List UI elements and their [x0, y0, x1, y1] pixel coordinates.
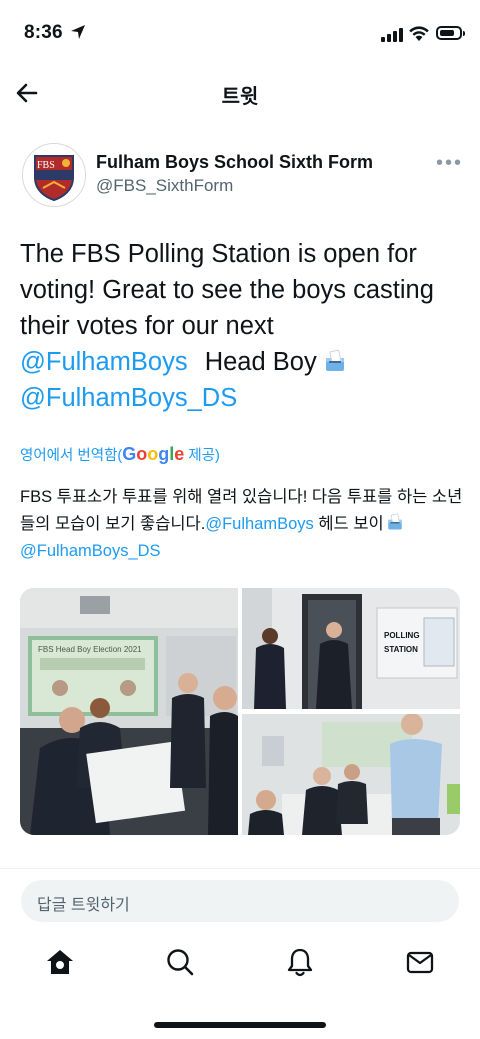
messages-icon[interactable] — [404, 946, 436, 978]
tweet-text-main: The FBS Polling Station is open for voti… — [20, 240, 434, 340]
google-logo: Google — [122, 444, 185, 464]
crest-logo-text: FBS — [37, 160, 55, 171]
photo-election-classroom[interactable]: FBS Head Boy Election 2021 — [20, 588, 238, 835]
status-time: 8:36 — [24, 22, 63, 43]
home-indicator — [154, 1022, 326, 1028]
photo-voting-tables[interactable] — [242, 714, 460, 835]
location-arrow-icon — [71, 25, 85, 39]
translated-text: FBS 투표소가 투표를 위해 열려 있습니다! 다음 투표를 하는 소년들의 … — [20, 484, 464, 565]
mention-link[interactable]: @FulhamBoys — [20, 348, 188, 376]
photo-polling-station-door[interactable]: POLLING STATION — [242, 588, 460, 709]
tweet-text: The FBS Polling Station is open for voti… — [20, 236, 468, 416]
ballot-box-icon — [323, 347, 347, 371]
school-crest-icon: FBS — [23, 144, 85, 206]
mention-link[interactable]: @FulhamBoys_DS — [20, 384, 237, 412]
home-icon[interactable] — [44, 946, 76, 978]
status-bar: 8:36 — [0, 0, 480, 68]
tweet-text-head-boy: Head Boy — [204, 348, 317, 376]
account-handle[interactable]: @FBS_SixthForm — [96, 176, 233, 196]
avatar[interactable]: FBS — [22, 143, 86, 207]
slide-title: FBS Head Boy Election 2021 — [38, 645, 142, 654]
page-title: 트윗 — [221, 86, 259, 108]
reply-placeholder: 답글 트윗하기 — [37, 897, 130, 914]
reply-input[interactable]: 답글 트윗하기 — [21, 880, 459, 922]
ballot-box-icon — [386, 513, 404, 531]
mention-link[interactable]: @FulhamBoys_DS — [20, 542, 161, 560]
translated-text-middle: 헤드 보이 — [318, 515, 384, 533]
more-options-icon[interactable]: ••• — [436, 152, 463, 175]
header: 트윗 — [0, 68, 480, 118]
divider — [0, 868, 480, 869]
translation-note[interactable]: 영어에서 번역함(Google 제공) — [20, 444, 220, 465]
translation-note-suffix: 제공) — [184, 448, 220, 464]
mention-link[interactable]: @FulhamBoys — [205, 515, 313, 533]
sign-polling: POLLING — [384, 631, 420, 640]
account-name[interactable]: Fulham Boys School Sixth Form — [96, 152, 373, 173]
media-grid: FBS Head Boy Election 2021 POLLING STATI… — [20, 588, 460, 835]
wifi-icon — [409, 26, 429, 41]
search-icon[interactable] — [164, 946, 196, 978]
sign-station: STATION — [384, 645, 418, 654]
cellular-signal-icon — [381, 28, 403, 42]
battery-icon — [436, 26, 465, 40]
translation-note-prefix: 영어에서 번역함( — [20, 448, 123, 464]
tab-bar — [0, 940, 480, 990]
notifications-icon[interactable] — [284, 946, 316, 978]
